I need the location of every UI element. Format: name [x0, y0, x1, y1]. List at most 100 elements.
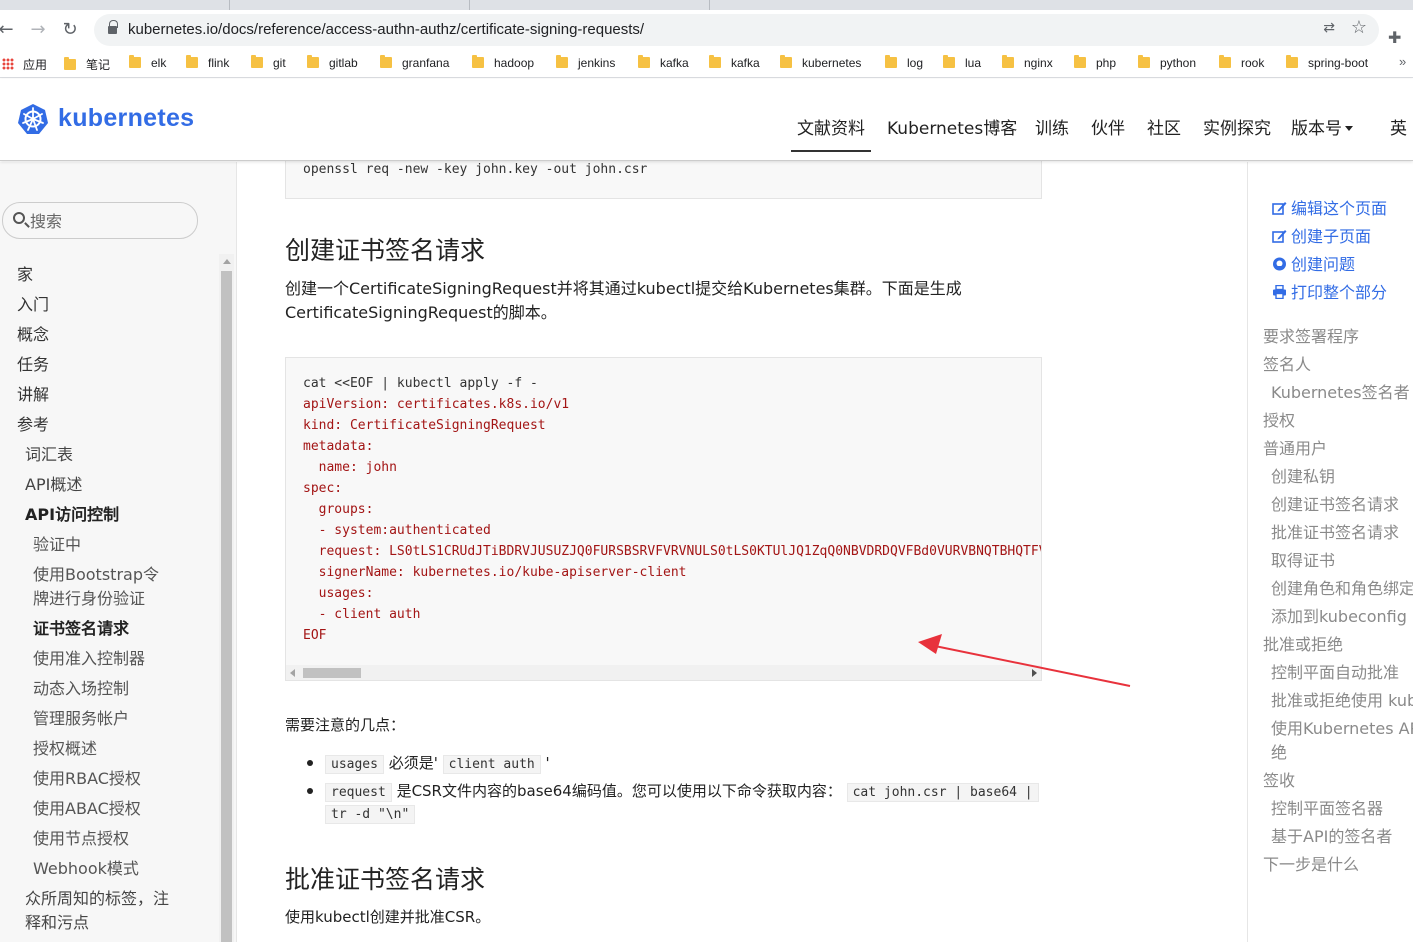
- bookmark-folder[interactable]: kafka: [709, 55, 760, 72]
- sidebar-item-reference[interactable]: 参考: [17, 413, 49, 437]
- bookmark-folder[interactable]: lua: [943, 55, 981, 72]
- toc-item[interactable]: 创建角色和角色绑定: [1271, 577, 1413, 601]
- code-line: signerName: kubernetes.io/kube-apiserver…: [303, 565, 687, 580]
- nav-blog[interactable]: Kubernetes博客: [887, 114, 1017, 139]
- bookmark-folder[interactable]: python: [1138, 55, 1196, 72]
- sidebar-item-csr[interactable]: 证书签名请求: [33, 617, 129, 641]
- scrollbar-thumb[interactable]: [221, 271, 232, 942]
- sidebar-item-concepts[interactable]: 概念: [17, 323, 49, 347]
- bookmark-folder[interactable]: kafka: [638, 55, 689, 72]
- forward-icon[interactable]: →: [26, 18, 50, 42]
- nav-community[interactable]: 社区: [1147, 114, 1181, 139]
- nav-language[interactable]: 英: [1390, 114, 1407, 139]
- create-child-page-link[interactable]: 创建子页面: [1272, 223, 1371, 247]
- bookmark-apps[interactable]: 应用: [2, 56, 47, 72]
- sidebar-item-glossary[interactable]: 词汇表: [25, 443, 73, 467]
- nav-docs[interactable]: 文献资料: [791, 114, 871, 152]
- sidebar-item-authenticating[interactable]: 验证中: [33, 533, 81, 557]
- sidebar-item-home[interactable]: 家: [17, 263, 33, 287]
- search-box[interactable]: [2, 202, 198, 239]
- bookmark-folder[interactable]: kubernetes: [780, 55, 861, 72]
- create-issue-link[interactable]: 创建问题: [1272, 251, 1355, 275]
- sidebar-item-node-auth[interactable]: 使用节点授权: [33, 827, 129, 851]
- sidebar-item-well-known-labels[interactable]: 众所周知的标签，注: [25, 887, 169, 911]
- inline-code: usages: [325, 755, 384, 774]
- sidebar-item-bootstrap-tokens[interactable]: 使用Bootstrap令: [33, 563, 159, 587]
- toc-item[interactable]: 控制平面签名器: [1271, 797, 1383, 821]
- sidebar-item-api-access-control[interactable]: API访问控制: [25, 503, 119, 527]
- sidebar-item-service-accounts[interactable]: 管理服务帐户: [33, 707, 129, 731]
- browser-tab[interactable]: [230, 0, 470, 10]
- bookmark-folder[interactable]: hadoop: [472, 55, 534, 72]
- bookmark-folder[interactable]: 笔记: [64, 56, 110, 72]
- toc-item[interactable]: 授权: [1263, 409, 1295, 433]
- toc-item[interactable]: 批准或拒绝使用 kube: [1271, 689, 1413, 713]
- url-text[interactable]: kubernetes.io/docs/reference/access-auth…: [128, 21, 644, 38]
- bookmark-star-icon[interactable]: ☆: [1351, 17, 1367, 38]
- reload-icon[interactable]: ↻: [58, 18, 82, 42]
- sidebar-item-well-known-labels-cont[interactable]: 释和污点: [25, 911, 89, 935]
- kubernetes-logo-icon[interactable]: [17, 103, 49, 135]
- sidebar-item-dynamic-admission[interactable]: 动态入场控制: [33, 677, 129, 701]
- toc-item[interactable]: 基于API的签名者: [1271, 825, 1392, 849]
- caret-down-icon: [1345, 126, 1353, 131]
- more-bookmarks-icon[interactable]: »: [1399, 54, 1406, 69]
- browser-tab[interactable]: [470, 0, 710, 10]
- right-toc: 编辑这个页面 创建子页面 创建问题 打印整个部分 要求签署程序 签名人 Kube…: [1247, 162, 1413, 942]
- toc-item[interactable]: 取得证书: [1271, 549, 1335, 573]
- nav-training[interactable]: 训练: [1035, 114, 1069, 139]
- nav-partners[interactable]: 伙伴: [1091, 114, 1125, 139]
- scrollbar-thumb[interactable]: [303, 668, 361, 678]
- toc-item[interactable]: 创建私钥: [1271, 465, 1335, 489]
- site-logo-text[interactable]: kubernetes: [58, 104, 194, 133]
- print-section-link[interactable]: 打印整个部分: [1272, 279, 1387, 303]
- scroll-up-icon[interactable]: [223, 259, 231, 264]
- bookmark-folder[interactable]: gitlab: [307, 55, 358, 72]
- bookmark-folder[interactable]: elk: [129, 55, 167, 72]
- toc-item[interactable]: 使用Kubernetes API: [1271, 717, 1413, 741]
- sidebar-item-admission-controllers[interactable]: 使用准入控制器: [33, 647, 145, 671]
- nav-versions[interactable]: 版本号: [1291, 114, 1353, 139]
- bookmark-folder[interactable]: git: [251, 55, 286, 72]
- search-input[interactable]: [30, 210, 190, 232]
- toc-item[interactable]: 要求签署程序: [1263, 325, 1359, 349]
- toc-item[interactable]: 签名人: [1263, 353, 1311, 377]
- bookmark-folder[interactable]: rook: [1219, 55, 1264, 72]
- toc-item[interactable]: 控制平面自动批准: [1271, 661, 1399, 685]
- bookmark-folder[interactable]: granfana: [380, 55, 449, 72]
- scroll-left-icon[interactable]: [290, 669, 295, 677]
- sidebar-item-tutorials[interactable]: 讲解: [17, 383, 49, 407]
- bookmark-folder[interactable]: log: [885, 55, 923, 72]
- sidebar-item-webhook[interactable]: Webhook模式: [33, 857, 139, 881]
- extensions-icon[interactable]: ✚: [1388, 28, 1401, 47]
- toc-item[interactable]: 绝: [1271, 741, 1287, 765]
- browser-tab[interactable]: [0, 0, 230, 10]
- sidebar-item-api-overview[interactable]: API概述: [25, 473, 82, 497]
- sidebar-item-tasks[interactable]: 任务: [17, 353, 49, 377]
- sidebar-item-getting-started[interactable]: 入门: [17, 293, 49, 317]
- sidebar-item-authorization[interactable]: 授权概述: [33, 737, 97, 761]
- toc-item[interactable]: 批准或拒绝: [1263, 633, 1343, 657]
- toc-item[interactable]: 签收: [1263, 769, 1295, 793]
- bookmark-label: elk: [151, 56, 167, 70]
- sidebar-item-rbac[interactable]: 使用RBAC授权: [33, 767, 141, 791]
- toc-item[interactable]: 下一步是什么: [1263, 853, 1359, 877]
- toc-item[interactable]: 添加到kubeconfig: [1271, 605, 1407, 629]
- bookmark-folder[interactable]: spring-boot: [1286, 55, 1368, 72]
- toc-item[interactable]: Kubernetes签名者: [1271, 381, 1410, 405]
- translate-icon[interactable]: ⇄: [1323, 20, 1335, 36]
- address-bar[interactable]: kubernetes.io/docs/reference/access-auth…: [94, 14, 1379, 46]
- bookmark-folder[interactable]: flink: [186, 55, 229, 72]
- sidebar-item-bootstrap-tokens-cont[interactable]: 牌进行身份验证: [33, 587, 145, 611]
- back-icon[interactable]: ←: [0, 18, 18, 42]
- bookmark-folder[interactable]: php: [1074, 55, 1116, 72]
- sidebar-scrollbar[interactable]: [219, 254, 234, 942]
- toc-item[interactable]: 普通用户: [1263, 437, 1327, 461]
- toc-item[interactable]: 批准证书签名请求: [1271, 521, 1399, 545]
- edit-page-link[interactable]: 编辑这个页面: [1272, 195, 1387, 219]
- bookmark-folder[interactable]: jenkins: [556, 55, 615, 72]
- toc-item[interactable]: 创建证书签名请求: [1271, 493, 1399, 517]
- bookmark-folder[interactable]: nginx: [1002, 55, 1053, 72]
- sidebar-item-abac[interactable]: 使用ABAC授权: [33, 797, 141, 821]
- nav-case-studies[interactable]: 实例探究: [1203, 114, 1271, 139]
